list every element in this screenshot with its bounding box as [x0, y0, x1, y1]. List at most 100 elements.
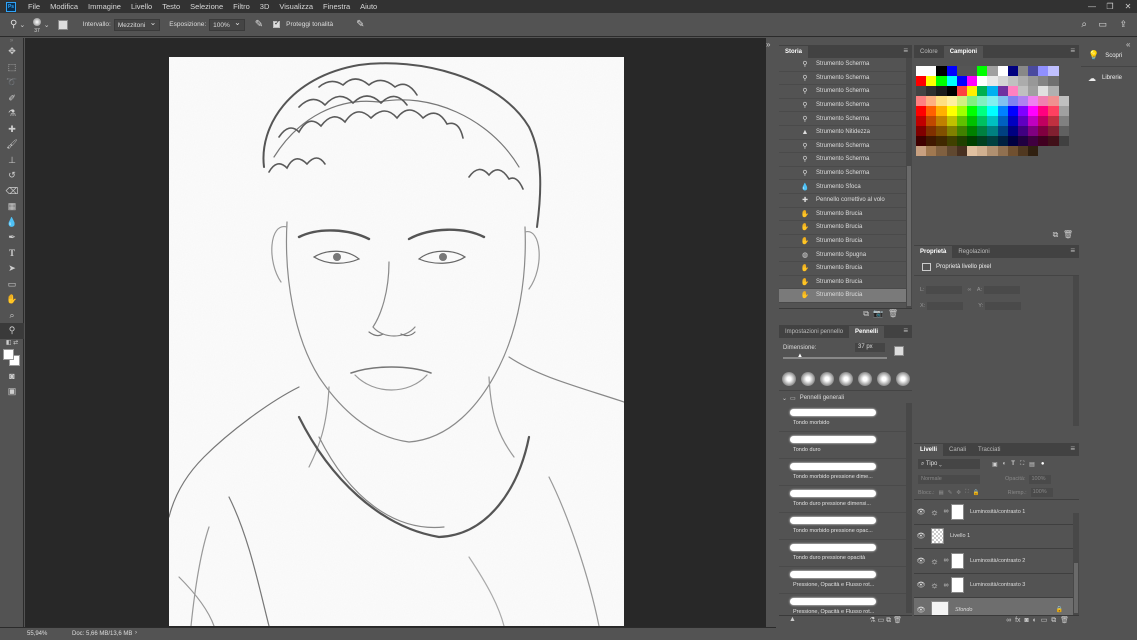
menu-visualizza[interactable]: Visualizza — [274, 2, 318, 11]
swatch[interactable] — [916, 96, 927, 106]
exposure-input[interactable]: 100% — [209, 17, 245, 31]
swatch[interactable] — [1068, 66, 1079, 76]
history-item[interactable]: ⚲ Strumento Scherma — [779, 153, 912, 167]
layer-mask-thumbnail[interactable] — [951, 552, 964, 569]
panel-collapse-icon[interactable]: » — [766, 40, 770, 49]
swatch[interactable] — [977, 96, 988, 106]
quick-mask-icon[interactable]: ◙ — [0, 369, 24, 385]
add-mask-icon[interactable]: ◙ — [1024, 617, 1028, 624]
swatch[interactable] — [1068, 146, 1079, 156]
filter-smart-object-icon[interactable]: ▤ — [1029, 461, 1035, 468]
menu-filtro[interactable]: Filtro — [228, 2, 255, 11]
history-brush-source-box[interactable] — [783, 209, 793, 219]
layer-lock-icon[interactable]: 🔒 — [1056, 606, 1063, 613]
swatch[interactable] — [926, 76, 937, 86]
zoom-tool-icon[interactable]: ⌕ — [0, 308, 24, 324]
brush-preview-icon[interactable] — [33, 17, 42, 26]
swatch[interactable] — [1068, 96, 1079, 106]
tab-pennelli[interactable]: Pennelli — [849, 326, 885, 338]
swatch[interactable] — [926, 96, 937, 106]
swatch[interactable] — [997, 136, 1008, 146]
history-brush-source-box[interactable] — [783, 114, 793, 124]
history-brush-source-box[interactable] — [783, 277, 793, 287]
swatch[interactable] — [1007, 96, 1018, 106]
brush-preset[interactable]: Tondo morbido pressione opac... — [779, 513, 912, 540]
panel-menu-icon[interactable]: ≡ — [1070, 247, 1075, 255]
swatch[interactable] — [1028, 96, 1039, 106]
swatch[interactable] — [1028, 86, 1039, 96]
history-brush-tool-icon[interactable]: ↺ — [0, 168, 24, 184]
history-brush-source-box[interactable] — [783, 127, 793, 137]
swatch[interactable] — [987, 96, 998, 106]
visibility-eye-icon[interactable]: 👁 — [914, 508, 928, 516]
swatch[interactable] — [1017, 126, 1029, 136]
history-brush-source-box[interactable] — [783, 59, 793, 69]
history-brush-source-box[interactable] — [783, 154, 793, 164]
swatch[interactable] — [936, 66, 947, 76]
new-swatch-icon[interactable]: ⧉ — [1053, 230, 1059, 239]
field-x-input[interactable] — [926, 301, 963, 310]
brush-edit-icon[interactable] — [894, 346, 904, 356]
history-brush-source-box[interactable] — [783, 263, 793, 273]
tab-canali[interactable]: Canali — [943, 444, 972, 456]
history-brush-source-box[interactable] — [783, 195, 793, 205]
swatch[interactable] — [1007, 66, 1018, 76]
swatch[interactable] — [1048, 136, 1059, 146]
swatch[interactable] — [1068, 86, 1079, 96]
lasso-tool-icon[interactable]: ➰ — [0, 75, 24, 91]
swatch[interactable] — [977, 86, 988, 96]
new-group-icon[interactable]: ▭ — [1041, 617, 1048, 624]
swatch[interactable] — [926, 126, 937, 136]
swatch[interactable] — [916, 76, 927, 86]
layer-mask-thumbnail[interactable] — [951, 503, 964, 520]
type-tool-icon[interactable]: T — [0, 246, 24, 262]
swatch[interactable] — [1038, 136, 1049, 146]
swatch[interactable] — [916, 86, 927, 96]
swatch[interactable] — [946, 106, 957, 116]
swatch[interactable] — [936, 146, 947, 156]
history-item[interactable]: ✋ Strumento Brucia — [779, 208, 912, 222]
swatch[interactable] — [1038, 116, 1049, 126]
swatch[interactable] — [1048, 76, 1059, 86]
properties-scrollbar[interactable] — [1073, 276, 1079, 426]
brush-preset[interactable]: Pressione, Opacità e Flusso rot... — [779, 567, 912, 594]
swatch[interactable] — [1007, 146, 1018, 156]
swatch[interactable] — [997, 66, 1008, 76]
close-icon[interactable]: ✕ — [1119, 0, 1137, 13]
history-brush-source-box[interactable] — [783, 250, 793, 260]
discover-button[interactable]: 💡 Scopri — [1081, 45, 1137, 67]
swatch[interactable] — [936, 106, 947, 116]
swatch[interactable] — [1068, 106, 1079, 116]
swatch[interactable] — [1058, 76, 1069, 86]
recent-brush-icon[interactable] — [820, 372, 834, 386]
swatch[interactable] — [1068, 126, 1079, 136]
swatch[interactable] — [1007, 86, 1018, 96]
swatch[interactable] — [1048, 96, 1059, 106]
field-y-input[interactable] — [984, 301, 1021, 310]
swatch[interactable] — [946, 66, 957, 76]
swatch[interactable] — [987, 136, 998, 146]
swatch[interactable] — [956, 96, 967, 106]
swatch[interactable] — [997, 126, 1008, 136]
swatch[interactable] — [997, 86, 1008, 96]
swatch[interactable] — [936, 96, 947, 106]
swatch[interactable] — [1068, 136, 1079, 146]
layer-filter-select[interactable]: ⌕ Tipo ⌄ — [918, 459, 980, 469]
history-item[interactable]: ▲ Strumento Nitidezza — [779, 126, 912, 140]
filter-toggle-icon[interactable]: ● — [1041, 461, 1045, 467]
swatch[interactable] — [966, 126, 978, 136]
menu-immagine[interactable]: Immagine — [83, 2, 126, 11]
swatch[interactable] — [916, 146, 927, 156]
swatch[interactable] — [977, 146, 988, 156]
pressure-size-icon[interactable]: ✎ — [356, 19, 364, 30]
swatch[interactable] — [1038, 126, 1049, 136]
history-item[interactable]: ✋ Strumento Brucia — [779, 235, 912, 249]
recent-brush-icon[interactable] — [858, 372, 872, 386]
tab-tracciati[interactable]: Tracciati — [972, 444, 1006, 456]
gradient-tool-icon[interactable]: ▦ — [0, 199, 24, 215]
swatch[interactable] — [956, 146, 967, 156]
swatch[interactable] — [1028, 126, 1039, 136]
swatch[interactable] — [956, 86, 967, 96]
clone-stamp-tool-icon[interactable]: ⊥ — [0, 153, 24, 169]
default-colors-icon[interactable]: ◧ ⇄ — [0, 339, 24, 347]
